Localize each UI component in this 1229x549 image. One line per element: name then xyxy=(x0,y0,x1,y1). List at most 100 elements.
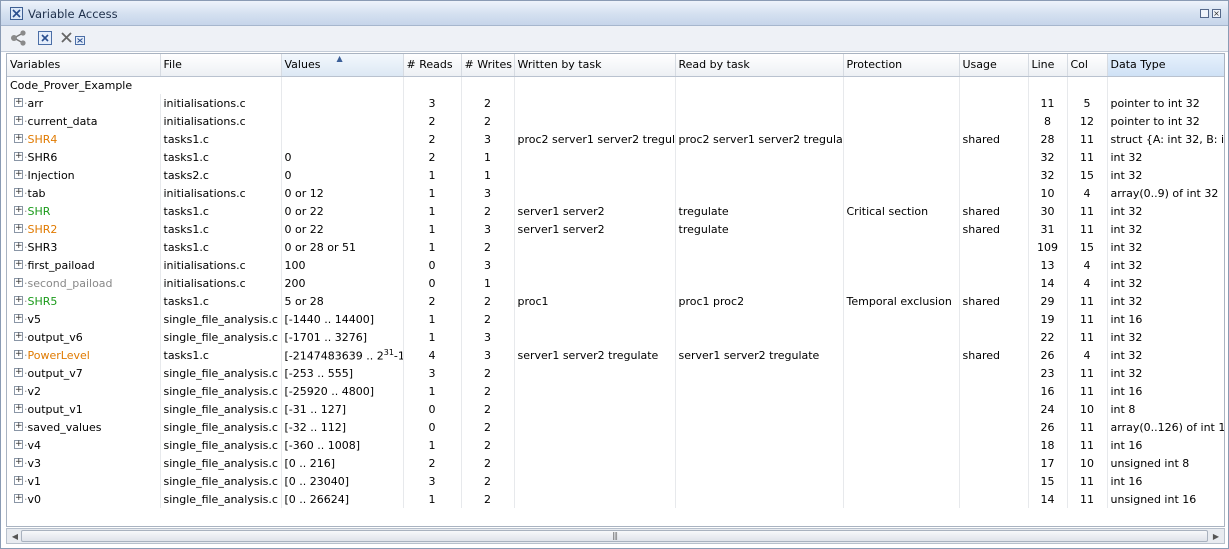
table-row[interactable]: +·current_data initialisations.c 2 2 8 12 poin… xyxy=(7,112,1224,130)
variable-cell: +·current_data xyxy=(7,112,161,130)
expand-node-icon[interactable]: + xyxy=(14,440,23,449)
column-header-reads[interactable]: # Reads xyxy=(403,54,462,77)
horizontal-scrollbar[interactable]: ◀ ||| ▶ xyxy=(6,528,1225,544)
table-row[interactable]: +·v1 single_file_analysis.c [0 .. 23040] 3 2… xyxy=(7,472,1224,490)
expand-node-icon[interactable]: + xyxy=(14,404,23,413)
table-row[interactable]: +·SHR4 tasks1.c 2 3 proc2 server1 server2 tr… xyxy=(7,130,1224,148)
show-access-graph-button[interactable] xyxy=(9,29,29,47)
read-by-task-cell xyxy=(675,382,844,400)
read-by-task-cell: proc1 proc2 xyxy=(675,292,844,310)
table-row[interactable]: +·arr initialisations.c 3 2 11 5 pointer to in… xyxy=(7,94,1224,112)
expand-node-icon[interactable]: + xyxy=(14,386,23,395)
column-header-line[interactable]: Line xyxy=(1028,54,1068,77)
scroll-right-arrow-icon[interactable]: ▶ xyxy=(1210,531,1222,542)
expand-node-icon[interactable]: + xyxy=(14,350,23,359)
values-text: [-2147483639 .. 2 xyxy=(284,349,384,363)
window-title: Variable Access xyxy=(28,7,118,21)
table-row[interactable]: +·SHR tasks1.c 0 or 22 1 2 server1 server2 tre… xyxy=(7,202,1224,220)
expand-node-icon[interactable]: + xyxy=(14,278,23,287)
protection-cell xyxy=(843,400,960,418)
column-header-file[interactable]: File xyxy=(160,54,282,77)
table-row[interactable]: +·SHR6 tasks1.c 0 2 1 32 11 int 32 xyxy=(7,148,1224,166)
table-row[interactable]: +·output_v1 single_file_analysis.c [-31 ..… xyxy=(7,400,1224,418)
data-type-cell: struct {A: int 32, B: in... xyxy=(1107,130,1224,148)
table-row[interactable]: +·output_v7 single_file_analysis.c [-253 .… xyxy=(7,364,1224,382)
table-row[interactable]: +·v3 single_file_analysis.c [0 .. 216] 2 2 17… xyxy=(7,454,1224,472)
column-header-writes[interactable]: # Writes xyxy=(461,54,515,77)
data-type-cell: int 16 xyxy=(1107,382,1224,400)
table-row[interactable]: +·SHR3 tasks1.c 0 or 28 or 51 1 2 109 15 int 32 xyxy=(7,238,1224,256)
table-row[interactable]: +·tab initialisations.c 0 or 12 1 3 10 4 array(… xyxy=(7,184,1224,202)
column-header-data-type[interactable]: Data Type xyxy=(1107,54,1224,77)
data-type-cell: int 32 xyxy=(1107,364,1224,382)
hide-variables-button[interactable] xyxy=(59,29,87,47)
line-cell: 24 xyxy=(1028,400,1068,418)
read-by-task-cell xyxy=(675,472,844,490)
values-text: [0 .. 23040] xyxy=(284,474,350,488)
table-row[interactable]: +·v4 single_file_analysis.c [-360 .. 1008]… xyxy=(7,436,1224,454)
col-cell: 15 xyxy=(1067,166,1108,184)
table-row[interactable]: +·v2 single_file_analysis.c [-25920 .. 480… xyxy=(7,382,1224,400)
table-row[interactable]: +·v5 single_file_analysis.c [-1440 .. 1440… xyxy=(7,310,1224,328)
table-row[interactable]: +·PowerLevel tasks1.c [-2147483639 .. 231-… xyxy=(7,346,1224,364)
read-by-task-cell xyxy=(675,274,844,292)
table-row-root[interactable]: Code_Prover_Example xyxy=(7,76,1224,94)
expand-node-icon[interactable]: + xyxy=(14,494,23,503)
column-header-read-by-task[interactable]: Read by task xyxy=(675,54,844,77)
writes-cell: 2 xyxy=(461,436,515,454)
expand-node-icon[interactable]: + xyxy=(14,170,23,179)
col-cell: 11 xyxy=(1067,418,1108,436)
column-header-variables[interactable]: Variables xyxy=(7,54,161,77)
expand-node-icon[interactable]: + xyxy=(14,260,23,269)
table-row[interactable]: +·v0 single_file_analysis.c [0 .. 26624] 1 2… xyxy=(7,490,1224,508)
written-by-task-cell: server1 server2 tregulate xyxy=(514,346,676,364)
usage-cell xyxy=(959,472,1029,490)
column-header-usage[interactable]: Usage xyxy=(959,54,1029,77)
table-row[interactable]: +·output_v6 single_file_analysis.c [-1701 … xyxy=(7,328,1224,346)
column-header-col[interactable]: Col xyxy=(1067,54,1108,77)
column-header-values[interactable]: Values ▲ xyxy=(281,54,404,77)
reads-cell: 0 xyxy=(403,274,462,292)
expand-node-icon[interactable]: + xyxy=(14,152,23,161)
expand-node-icon[interactable]: + xyxy=(14,314,23,323)
restore-icon[interactable] xyxy=(1200,9,1209,18)
written-by-task-cell xyxy=(514,112,676,130)
scroll-left-arrow-icon[interactable]: ◀ xyxy=(9,531,21,542)
expand-node-icon[interactable]: + xyxy=(14,206,23,215)
expand-node-icon[interactable]: + xyxy=(14,476,23,485)
written-by-task-cell xyxy=(514,166,676,184)
table-row[interactable]: +·first_paiload initialisations.c 100 0 3 13 4… xyxy=(7,256,1224,274)
variable-access-icon xyxy=(10,7,23,20)
expand-node-icon[interactable]: + xyxy=(14,134,23,143)
col-cell: 11 xyxy=(1067,328,1108,346)
expand-node-icon[interactable]: + xyxy=(14,458,23,467)
expand-node-icon[interactable]: + xyxy=(14,224,23,233)
table-row[interactable]: +·second_paiload initialisations.c 200 0 1 14… xyxy=(7,274,1224,292)
table-row[interactable]: +·SHR5 tasks1.c 5 or 28 2 2 proc1 proc1 proc2 T… xyxy=(7,292,1224,310)
line-cell: 26 xyxy=(1028,418,1068,436)
written-by-task-cell: proc1 xyxy=(514,292,676,310)
variable-name: arr xyxy=(27,96,44,110)
col-cell: 10 xyxy=(1067,454,1108,472)
expand-node-icon[interactable]: + xyxy=(14,116,23,125)
expand-node-icon[interactable]: + xyxy=(14,422,23,431)
table-row[interactable]: +·saved_values single_file_analysis.c [-32… xyxy=(7,418,1224,436)
expand-node-icon[interactable]: + xyxy=(14,242,23,251)
expand-node-icon[interactable]: + xyxy=(14,368,23,377)
close-x-icon xyxy=(61,32,85,45)
data-type-cell: int 32 xyxy=(1107,166,1224,184)
show-variables-button[interactable] xyxy=(37,29,53,47)
col-cell: 11 xyxy=(1067,292,1108,310)
column-header-written-by-task[interactable]: Written by task xyxy=(514,54,676,77)
col-cell: 11 xyxy=(1067,436,1108,454)
expand-node-icon[interactable]: + xyxy=(14,98,23,107)
table-row[interactable]: +·Injection tasks2.c 0 1 1 32 15 int 32 xyxy=(7,166,1224,184)
expand-node-icon[interactable]: + xyxy=(14,332,23,341)
scrollbar-thumb[interactable]: ||| xyxy=(21,530,1208,542)
table-row[interactable]: +·SHR2 tasks1.c 0 or 22 1 3 server1 server2 tr… xyxy=(7,220,1224,238)
column-header-protection[interactable]: Protection xyxy=(843,54,960,77)
expand-node-icon[interactable]: + xyxy=(14,296,23,305)
close-icon[interactable]: × xyxy=(1212,9,1221,18)
protection-cell: Temporal exclusion xyxy=(843,292,960,310)
expand-node-icon[interactable]: + xyxy=(14,188,23,197)
